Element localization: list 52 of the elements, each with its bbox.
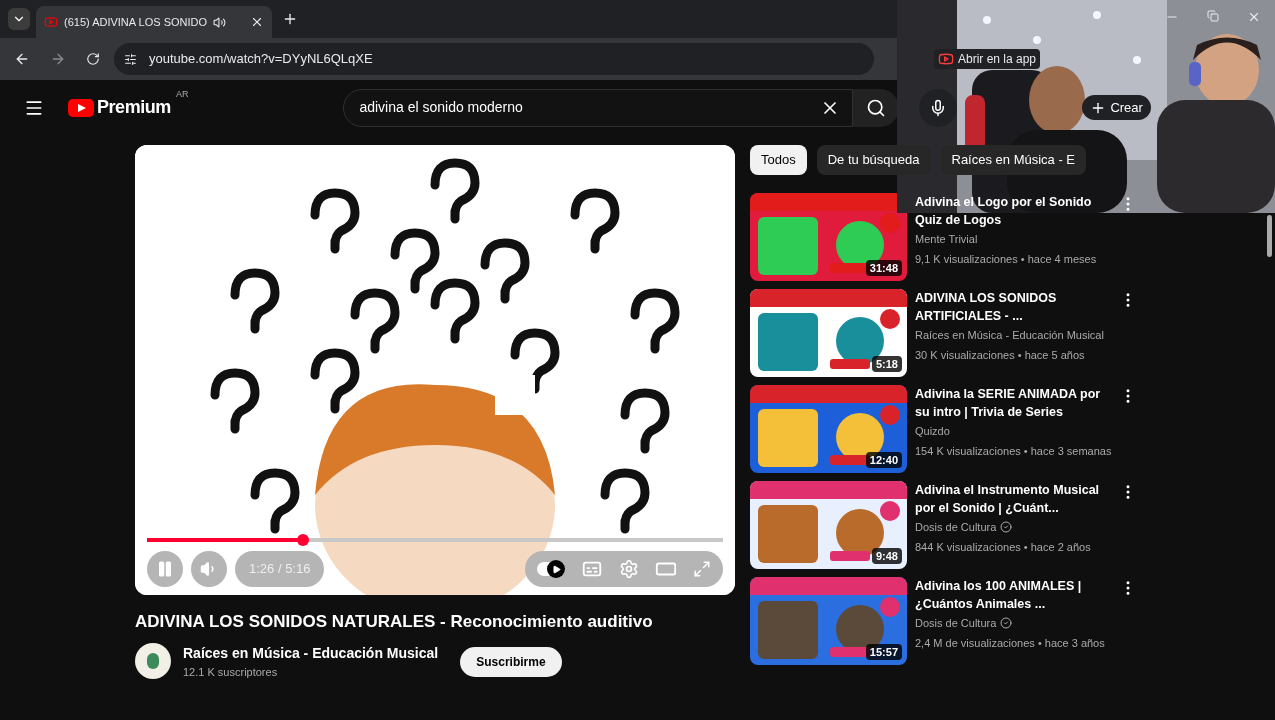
related-video-title[interactable]: Adivina los 100 ANIMALES | ¿Cuántos Animales ... <box>915 577 1115 613</box>
scrollbar-thumb[interactable] <box>1267 215 1272 257</box>
forward-icon[interactable] <box>50 51 66 67</box>
channel-name[interactable]: Mente Trivial <box>915 231 978 248</box>
subscriber-count: 12.1 K suscriptores <box>183 664 279 680</box>
youtube-icon <box>44 15 58 29</box>
site-settings-icon[interactable] <box>124 52 137 66</box>
tab-title: (615) ADIVINA LOS SONIDO <box>64 14 208 30</box>
progress-track[interactable] <box>147 538 723 542</box>
video-thumbnail[interactable]: 5:18 <box>750 289 907 377</box>
search-field[interactable]: adivina el sonido moderno <box>343 88 854 127</box>
video-meta: 844 K visualizaciones • hace 2 años <box>915 539 1092 555</box>
video-meta: 2,4 M de visualizaciones • hace 3 años <box>915 635 1106 651</box>
channel-name[interactable]: Dosis de Cultura <box>915 519 997 536</box>
channel-name[interactable]: Raíces en Música - Educación Musical <box>915 327 1104 344</box>
video-meta: 30 K visualizaciones • hace 5 años <box>915 347 1086 363</box>
video-thumbnail[interactable]: 15:57 <box>750 577 907 665</box>
url-text: youtube.com/watch?v=DYyNL6QLqXE <box>149 50 373 69</box>
subscribe-button[interactable]: Suscribirme <box>460 646 562 677</box>
address-bar[interactable]: youtube.com/watch?v=DYyNL6QLqXE <box>114 43 874 75</box>
video-thumbnail[interactable]: 12:40 <box>750 385 907 473</box>
video-title: ADIVINA LOS SONIDOS NATURALES - Reconocimiento auditivo <box>135 611 654 633</box>
new-tab-icon[interactable] <box>282 11 298 27</box>
channel-name[interactable]: Raíces en Música - Educación Musical <box>183 642 439 664</box>
back-icon[interactable] <box>14 51 30 67</box>
logo-text[interactable]: Premium <box>97 94 171 121</box>
channel-name[interactable]: Quizdo <box>915 423 950 440</box>
filter-chip[interactable]: Todos <box>750 145 807 175</box>
channel-name[interactable]: Dosis de Cultura <box>915 615 997 632</box>
video-meta: 154 K visualizaciones • hace 3 semanas <box>915 443 1113 459</box>
channel-avatar[interactable] <box>135 642 171 679</box>
search-button[interactable] <box>853 88 900 127</box>
play-icon <box>551 564 561 574</box>
browser-tab[interactable]: (615) ADIVINA LOS SONIDO <box>36 6 272 38</box>
time-display: 1:26 / 5:16 <box>235 551 325 587</box>
close-icon[interactable] <box>250 15 264 29</box>
video-thumbnail[interactable]: 9:48 <box>750 481 907 569</box>
related-video-title[interactable]: Adivina el Instrumento Musical por el Sonido | ¿Cuánt... <box>915 481 1115 517</box>
related-video-title[interactable]: ADIVINA LOS SONIDOS ARTIFICIALES - ... <box>915 289 1115 325</box>
video-thumbnail[interactable]: 31:48 <box>750 193 907 281</box>
tab-list-button[interactable] <box>8 8 30 30</box>
related-video-title[interactable]: Adivina la SERIE ANIMADA por su intro | Trivia de Series <box>915 385 1115 421</box>
pause-icon <box>156 560 174 578</box>
country-code: AR <box>175 88 189 101</box>
reload-icon[interactable] <box>86 52 100 66</box>
speaker-icon[interactable] <box>213 15 227 29</box>
youtube-logo-icon[interactable] <box>68 98 94 117</box>
video-meta: 9,1 K visualizaciones • hace 4 meses <box>915 251 1098 267</box>
search-icon <box>866 97 887 118</box>
search-input[interactable]: adivina el sonido moderno <box>359 97 821 118</box>
autoplay-toggle[interactable] <box>537 562 565 576</box>
filter-chip[interactable]: De tu búsqueda <box>816 145 931 175</box>
